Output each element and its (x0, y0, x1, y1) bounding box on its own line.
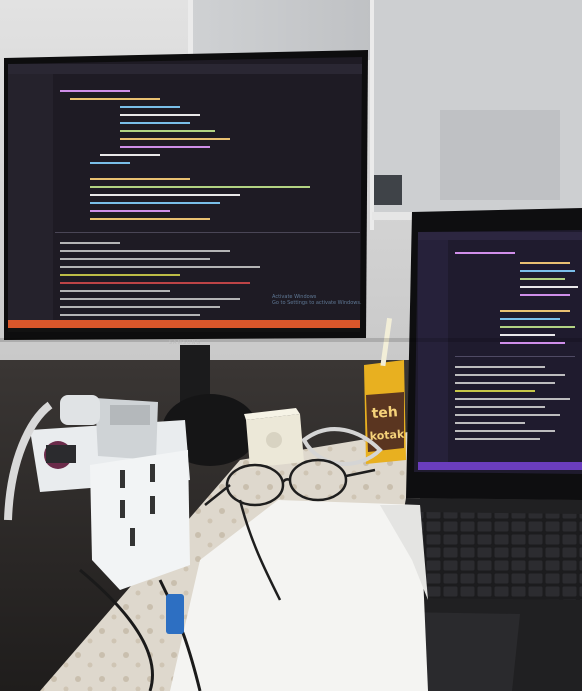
window-device (374, 175, 402, 205)
svg-text:kotak: kotak (369, 428, 405, 443)
carton-label: teh (371, 404, 398, 422)
monitor-status-bar (8, 320, 360, 328)
photo-illustration: teh kotak (0, 0, 582, 691)
watermark-subtitle: Go to Settings to activate Windows. (272, 300, 362, 306)
activate-windows-watermark: Activate Windows Go to Settings to activ… (272, 294, 362, 306)
blue-clip (166, 594, 184, 634)
monitor-brand: SAMSUNG (168, 340, 202, 346)
pi-case (90, 450, 190, 590)
laptop-status-bar (418, 462, 582, 470)
monitor-sidebar (8, 74, 53, 320)
power-adapter (244, 408, 304, 468)
laptop-sidebar (418, 240, 448, 465)
desk-photo: teh kotak SAMSUNG Activate Windows Go to… (0, 0, 582, 691)
laptop-keyboard (404, 512, 582, 600)
